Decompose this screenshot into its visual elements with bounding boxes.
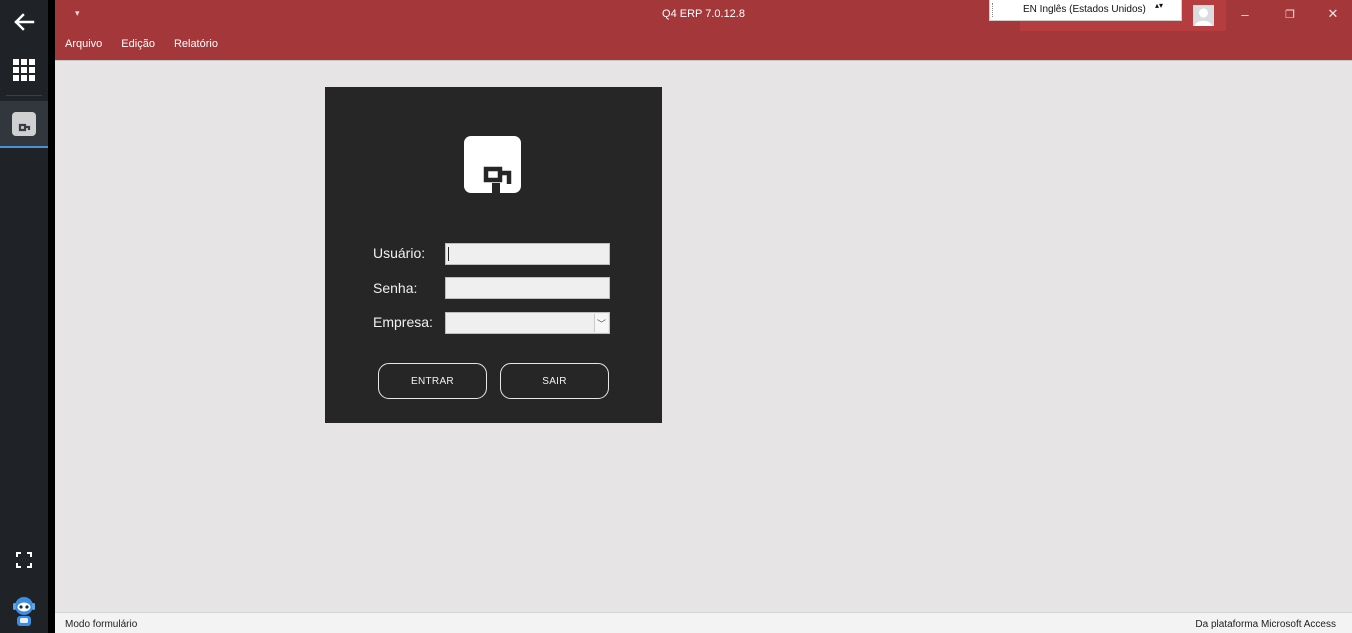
back-button[interactable] [0,2,48,42]
usuario-field[interactable] [445,243,610,265]
close-button[interactable]: ✕ [1318,4,1348,24]
side-launcher [0,0,48,633]
assistant-button[interactable] [0,590,48,633]
minimize-button[interactable]: – [1230,4,1260,24]
fullscreen-button[interactable] [0,540,48,580]
sair-button[interactable]: SAIR [500,363,609,399]
menu-relatorio[interactable]: Relatório [174,38,218,50]
menu-arquivo[interactable]: Arquivo [65,38,102,50]
assistant-robot-icon [13,596,35,626]
language-label: EN Inglês (Estados Unidos) [1023,4,1146,15]
ribbon-divider [55,60,1352,61]
q4-logo [464,136,521,193]
usuario-label: Usuário: [373,245,426,261]
q4-logo-icon [483,166,512,193]
entrar-button[interactable]: ENTRAR [378,363,487,399]
q4-app-tab[interactable] [0,101,48,148]
avatar[interactable] [1193,5,1214,26]
language-bar-grip[interactable] [992,3,994,17]
fullscreen-icon [16,552,32,568]
empresa-label: Empresa: [373,314,433,330]
login-panel: Usuário: Senha: Empresa: ﹀ ENTRAR SAIR [325,87,662,423]
language-bar[interactable]: EN Inglês (Estados Unidos) ▴▾ [989,0,1182,21]
q4-app-icon [12,111,36,136]
back-arrow-icon [14,13,35,31]
language-spin-icon[interactable]: ▴▾ [1155,2,1163,10]
app-window: ▾ Q4 ERP 7.0.12.8 Arquivo Edição Relatór… [55,0,1352,633]
menu-edicao[interactable]: Edição [121,38,155,50]
menu-bar: Arquivo Edição Relatório [65,38,237,50]
restore-button[interactable]: ❐ [1275,4,1305,24]
user-avatar-icon [1195,8,1212,26]
empresa-select[interactable]: ﹀ [445,312,610,334]
apps-button[interactable] [0,50,48,90]
status-mode: Modo formulário [65,619,138,630]
status-bar: Modo formulário Da plataforma Microsoft … [55,612,1352,633]
apps-grid-icon [13,59,35,81]
status-platform: Da plataforma Microsoft Access [1195,619,1336,630]
side-separator [6,95,42,96]
chevron-down-icon[interactable]: ﹀ [594,314,608,332]
senha-label: Senha: [373,280,418,296]
senha-field[interactable] [445,277,610,299]
